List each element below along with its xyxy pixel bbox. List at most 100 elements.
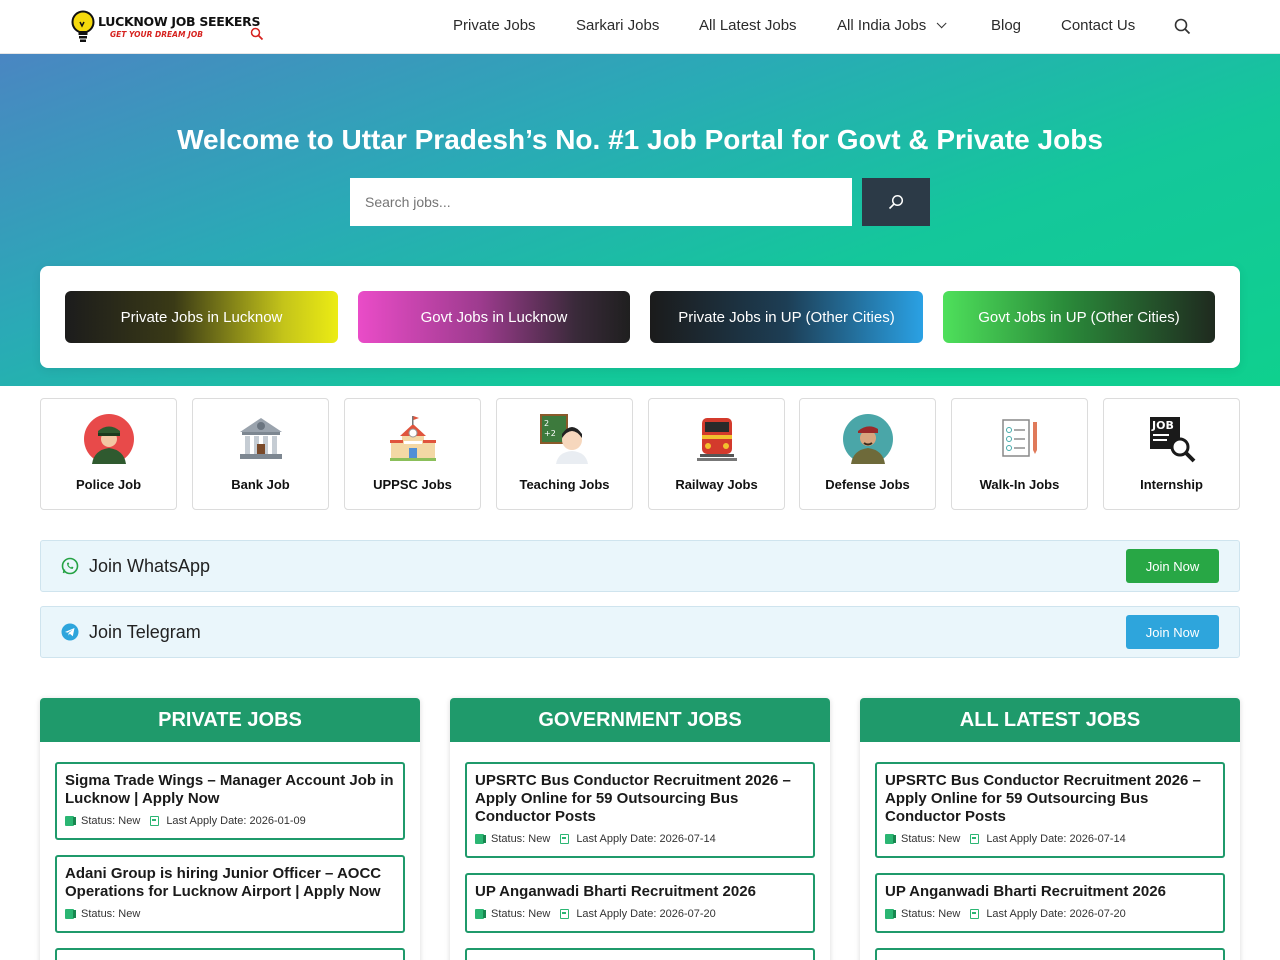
category-bank-job[interactable]: Bank Job	[192, 398, 329, 510]
job-card[interactable]: UP Anganwadi Bharti Recruitment 2026 Sta…	[875, 873, 1225, 933]
logo-tagline: GET YOUR DREAM JOB	[110, 30, 203, 39]
train-icon	[697, 418, 737, 461]
private-jobs-column: PRIVATE JOBS Sigma Trade Wings – Manager…	[40, 698, 420, 960]
document-icon	[65, 816, 76, 826]
whatsapp-icon	[61, 557, 79, 575]
svg-text:2: 2	[544, 419, 549, 428]
nav-private-jobs[interactable]: Private Jobs	[453, 17, 536, 34]
nav-sarkari-jobs[interactable]: Sarkari Jobs	[576, 17, 659, 34]
quick-links-card: Private Jobs in Lucknow Govt Jobs in Luc…	[40, 266, 1240, 368]
job-status: Status: New	[81, 815, 141, 827]
magnifier-icon	[250, 27, 264, 41]
category-label: Railway Jobs	[675, 477, 758, 492]
school-icon	[390, 416, 436, 461]
category-label: Internship	[1140, 477, 1203, 492]
job-card[interactable]	[55, 948, 405, 960]
job-card[interactable]: UPSRTC Bus Conductor Recruitment 2026 – …	[465, 762, 815, 858]
category-label: Defense Jobs	[825, 477, 910, 492]
join-telegram-button[interactable]: Join Now	[1126, 615, 1219, 649]
category-label: UPPSC Jobs	[373, 477, 452, 492]
job-card[interactable]: UP Anganwadi Bharti Recruitment 2026 Sta…	[465, 873, 815, 933]
job-title: UPSRTC Bus Conductor Recruitment 2026 – …	[475, 772, 791, 825]
govt-jobs-lucknow-button[interactable]: Govt Jobs in Lucknow	[358, 291, 630, 343]
nav-contact-us[interactable]: Contact Us	[1061, 17, 1135, 34]
column-title: ALL LATEST JOBS	[860, 698, 1240, 742]
category-label: Bank Job	[231, 477, 290, 492]
job-last-date: Last Apply Date: 2026-07-20	[576, 908, 716, 920]
job-last-date: Last Apply Date: 2026-07-20	[986, 908, 1126, 920]
job-title: Adani Group is hiring Junior Officer – A…	[65, 865, 382, 900]
calendar-icon	[150, 816, 160, 826]
category-label: Teaching Jobs	[519, 477, 610, 492]
calendar-icon	[970, 834, 980, 844]
job-card[interactable]: UPSRTC Bus Conductor Recruitment 2026 – …	[875, 762, 1225, 858]
category-label: Walk-In Jobs	[979, 477, 1060, 492]
category-railway-jobs[interactable]: Railway Jobs	[648, 398, 785, 510]
private-jobs-lucknow-button[interactable]: Private Jobs in Lucknow	[65, 291, 338, 343]
hero-title: Welcome to Uttar Pradesh’s No. #1 Job Po…	[177, 124, 1103, 155]
job-card[interactable]	[875, 948, 1225, 960]
job-search-icon: JOB	[1150, 417, 1196, 463]
bank-icon	[240, 418, 282, 459]
document-icon	[885, 834, 896, 844]
category-walk-in-jobs[interactable]: Walk-In Jobs	[951, 398, 1088, 510]
nav-all-latest-jobs[interactable]: All Latest Jobs	[699, 17, 797, 34]
checklist-icon	[1002, 419, 1037, 457]
job-card[interactable]: Adani Group is hiring Junior Officer – A…	[55, 855, 405, 933]
private-jobs-up-button[interactable]: Private Jobs in UP (Other Cities)	[650, 291, 923, 343]
job-card[interactable]	[465, 948, 815, 960]
join-telegram-label: Join Telegram	[89, 622, 201, 642]
hero-section: Welcome to Uttar Pradesh’s No. #1 Job Po…	[0, 54, 1280, 386]
svg-text:+2: +2	[544, 429, 556, 438]
job-status: Status: New	[901, 833, 961, 845]
nav-all-india-jobs[interactable]: All India Jobs	[837, 17, 947, 34]
category-defense-jobs[interactable]: Defense Jobs	[799, 398, 936, 510]
search-submit-button[interactable]	[862, 178, 930, 226]
job-last-date: Last Apply Date: 2026-07-14	[986, 833, 1126, 845]
job-status: Status: New	[901, 908, 961, 920]
logo-title: LUCKNOW JOB SEEKERS	[98, 13, 261, 29]
job-status: Status: New	[491, 833, 551, 845]
job-meta: Status: New Last Apply Date: 2026-01-09	[65, 814, 394, 828]
search-icon	[888, 194, 904, 210]
category-police-job[interactable]: Police Job	[40, 398, 177, 510]
lightbulb-icon	[71, 10, 95, 42]
site-logo[interactable]: LUCKNOW JOB SEEKERS GET YOUR DREAM JOB	[70, 8, 264, 46]
nav-all-india-jobs-label: All India Jobs	[837, 17, 927, 34]
soldier-icon	[843, 414, 893, 464]
teacher-icon: 2 +2	[540, 414, 588, 464]
job-last-date: Last Apply Date: 2026-01-09	[166, 815, 306, 827]
category-uppsc-jobs[interactable]: UPPSC Jobs	[344, 398, 481, 510]
document-icon	[885, 909, 896, 919]
svg-text:JOB: JOB	[1151, 419, 1174, 432]
join-whatsapp-label: Join WhatsApp	[89, 556, 211, 576]
chevron-down-icon	[936, 18, 947, 29]
calendar-icon	[560, 909, 570, 919]
job-last-date: Last Apply Date: 2026-07-14	[576, 833, 716, 845]
join-whatsapp-bar: Join WhatsApp Join Now	[40, 540, 1240, 592]
job-card[interactable]: Sigma Trade Wings – Manager Account Job …	[55, 762, 405, 840]
job-meta: Status: New Last Apply Date: 2026-07-14	[475, 832, 804, 846]
site-header: LUCKNOW JOB SEEKERS GET YOUR DREAM JOB P…	[0, 0, 1280, 54]
govt-jobs-up-button[interactable]: Govt Jobs in UP (Other Cities)	[943, 291, 1215, 343]
job-title: UPSRTC Bus Conductor Recruitment 2026 – …	[885, 772, 1201, 825]
calendar-icon	[560, 834, 570, 844]
job-search-input[interactable]	[350, 178, 852, 226]
police-officer-icon	[84, 414, 134, 464]
join-whatsapp-button[interactable]: Join Now	[1126, 549, 1219, 583]
job-meta: Status: New Last Apply Date: 2026-07-20	[475, 907, 804, 921]
job-title: UP Anganwadi Bharti Recruitment 2026	[885, 883, 1166, 900]
job-meta: Status: New	[65, 907, 394, 921]
category-teaching-jobs[interactable]: 2 +2 Teaching Jobs	[496, 398, 633, 510]
search-icon[interactable]	[1174, 18, 1191, 35]
document-icon	[475, 834, 486, 844]
document-icon	[475, 909, 486, 919]
job-meta: Status: New Last Apply Date: 2026-07-20	[885, 907, 1214, 921]
job-status: Status: New	[81, 908, 141, 920]
category-internship[interactable]: JOB Internship	[1103, 398, 1240, 510]
nav-blog[interactable]: Blog	[991, 17, 1021, 34]
job-title: UP Anganwadi Bharti Recruitment 2026	[475, 883, 756, 900]
document-icon	[65, 909, 76, 919]
job-meta: Status: New Last Apply Date: 2026-07-14	[885, 832, 1214, 846]
all-latest-jobs-column: ALL LATEST JOBS UPSRTC Bus Conductor Rec…	[860, 698, 1240, 960]
